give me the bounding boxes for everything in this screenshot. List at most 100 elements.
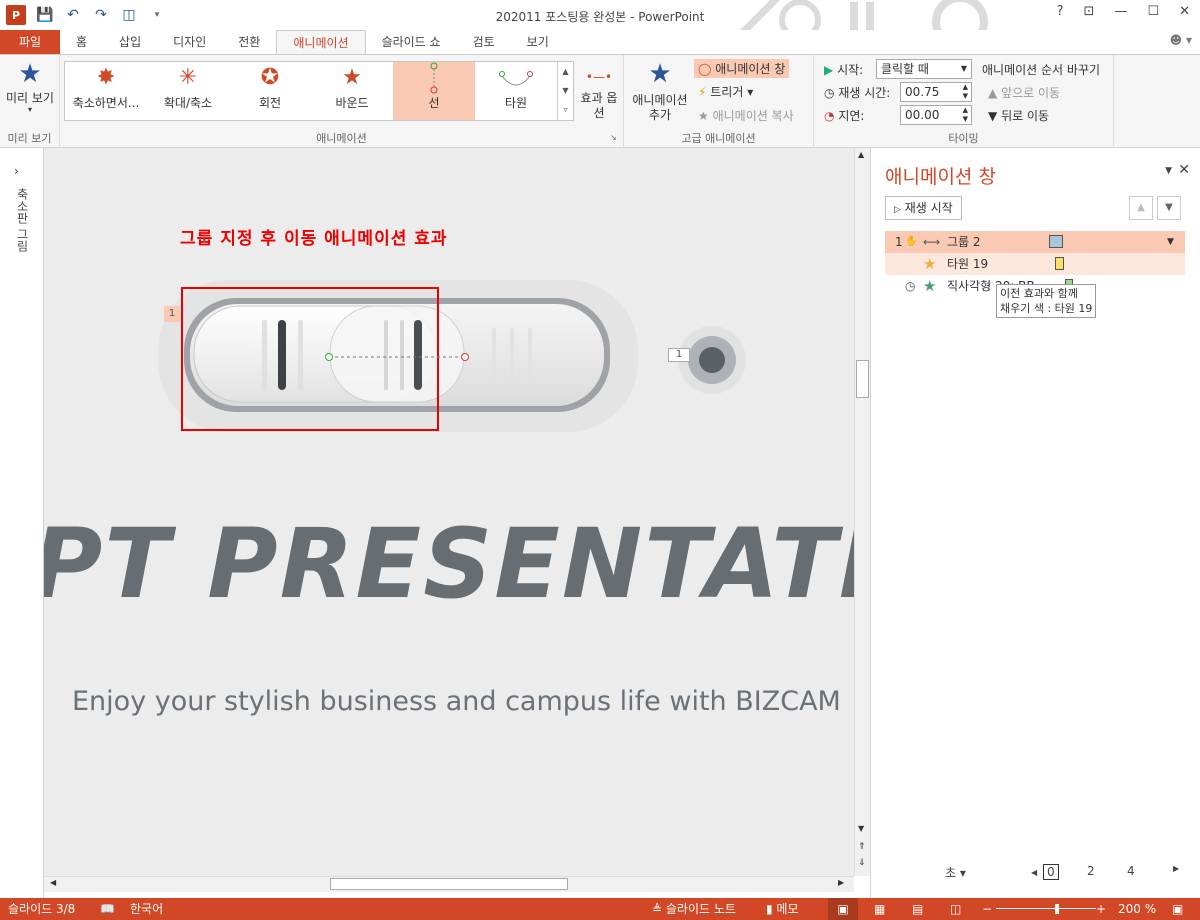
play-from-button[interactable]: ▷ 재생 시작 (885, 196, 962, 220)
animation-item-group2[interactable]: 1 ✋ ⟷ 그룹 2 ▼ (885, 231, 1185, 253)
animation-painter-button[interactable]: ★ 애니메이션 복사 (698, 107, 794, 124)
comments-button[interactable]: ▮ 메모 (766, 898, 799, 920)
animation-pane-button[interactable]: ◯ 애니메이션 창 (694, 59, 790, 78)
animation-painter-icon: ★ (698, 109, 709, 123)
close-pane-icon[interactable]: ✕ (1178, 162, 1190, 178)
advanced-group-label: 고급 애니메이션 (681, 132, 756, 145)
reading-view-icon[interactable]: ▤ (912, 898, 923, 920)
gallery-item-bounce[interactable]: ★ 바운드 (311, 62, 393, 120)
animation-item-ellipse19[interactable]: ★ 타원 19 (885, 253, 1185, 275)
hscroll-thumb[interactable] (330, 878, 568, 890)
pane-options-icon[interactable]: ▼ (1165, 166, 1172, 176)
scroll-left-icon[interactable]: ◀ (50, 878, 56, 887)
zoom-level[interactable]: 200 % (1118, 898, 1156, 920)
slideshow-view-icon[interactable]: ◫ (950, 898, 961, 920)
slide-vertical-scrollbar[interactable]: ▲ ▼ ⇑ ⇓ (854, 148, 870, 876)
normal-view-icon[interactable]: ▣ (828, 898, 858, 920)
notes-button[interactable]: ≜ 슬라이드 노트 (652, 898, 736, 920)
animation-tag-1[interactable]: 1 (164, 306, 180, 322)
scroll-thumb[interactable] (856, 360, 869, 398)
tab-review[interactable]: 검토 (457, 30, 511, 54)
animation-group: ✸ 축소하면서... ✳ 확대/축소 ✪ 회전 ★ 바운드 선 타원 ▲ ▼ ▿ •—• 효… (60, 55, 624, 148)
timing-bar[interactable] (1055, 257, 1064, 270)
gallery-scroll[interactable]: ▲ ▼ ▿ (557, 62, 573, 120)
seconds-dropdown[interactable]: 초 ▾ (945, 864, 966, 881)
toggle-switch-graphic[interactable] (44, 148, 854, 448)
seconds-label: 초 (945, 866, 957, 880)
close-icon[interactable]: ✕ (1179, 4, 1190, 19)
animation-pane-title: 애니메이션 창 (885, 166, 996, 188)
timeline-tick: 4 (1127, 864, 1135, 878)
slide-horizontal-scrollbar[interactable]: ◀ ▶ (44, 876, 854, 892)
item-dropdown-icon[interactable]: ▼ (1167, 231, 1174, 253)
gallery-up-icon[interactable]: ▲ (558, 62, 573, 81)
preview-button[interactable]: ★ 미리 보기 ▾ (4, 59, 56, 114)
timeline-right-icon[interactable]: ▶ (1173, 864, 1179, 873)
zoom-in-icon[interactable]: + (1096, 898, 1106, 920)
zoom-out-icon[interactable]: − (982, 898, 992, 920)
account-area[interactable]: ☻ ▾ (1170, 33, 1192, 47)
move-earlier-button[interactable]: ▲ 앞으로 이동 (988, 84, 1060, 101)
tab-slideshow[interactable]: 슬라이드 쇼 (366, 30, 457, 54)
timing-bar[interactable] (1049, 235, 1063, 248)
delay-spinner[interactable]: 00.00 ▲ ▼ (900, 105, 972, 125)
animation-tag-2[interactable]: 1 (668, 348, 690, 362)
scroll-up-icon[interactable]: ▲ (858, 150, 864, 159)
spinner-arrows-icon[interactable]: ▲ ▼ (963, 106, 968, 124)
trigger-button[interactable]: ⚡ 트리거 ▾ (698, 83, 753, 100)
delay-label-text: 지연: (838, 109, 865, 123)
timeline-ruler[interactable]: ◀ 0 2 4 ▶ (1031, 864, 1181, 880)
zoom-slider-thumb[interactable] (1055, 904, 1059, 914)
gallery-item-line[interactable]: 선 (393, 62, 475, 120)
help-icon[interactable]: ? (1057, 4, 1064, 19)
start-select[interactable]: 클릭할 때 ▼ (876, 59, 972, 79)
gallery-item-arc[interactable]: 타원 (475, 62, 557, 120)
gallery-item-label: 선 (428, 96, 440, 110)
animation-order-number: 1 (895, 235, 903, 249)
gallery-down-icon[interactable]: ▼ (558, 81, 573, 100)
tab-insert[interactable]: 삽입 (103, 30, 157, 54)
gallery-item-label: 회전 (258, 96, 282, 110)
spinner-arrows-icon[interactable]: ▲ ▼ (963, 83, 968, 101)
animation-painter-label: 애니메이션 복사 (712, 109, 794, 123)
gallery-item-zoom[interactable]: ✳ 확대/축소 (147, 62, 229, 120)
spellcheck-icon[interactable]: 📖 (100, 898, 115, 920)
timeline-tick: 2 (1087, 864, 1095, 878)
scroll-right-icon[interactable]: ▶ (838, 878, 844, 887)
previous-slide-icon[interactable]: ⇑ (858, 842, 866, 852)
add-animation-button[interactable]: ★ 애니메이션 추가 (626, 59, 694, 123)
move-up-icon[interactable]: ▲ (1129, 196, 1153, 220)
next-slide-icon[interactable]: ⇓ (858, 858, 866, 868)
scroll-down-icon[interactable]: ▼ (858, 824, 864, 833)
gallery-item-shrink[interactable]: ✸ 축소하면서... (65, 62, 147, 120)
tab-view[interactable]: 보기 (511, 30, 565, 54)
thumbnail-pane-label[interactable]: 축소판 그림 (14, 188, 31, 252)
fit-slide-icon[interactable]: ▣ (1172, 898, 1183, 920)
slide-canvas[interactable]: 그룹 지정 후 이동 애니메이션 효과 1 1 PT PRESENTATION … (44, 148, 854, 876)
maximize-icon[interactable]: ☐ (1147, 4, 1159, 19)
gallery-more-icon[interactable]: ▿ (558, 100, 573, 119)
tab-animations[interactable]: 애니메이션 (276, 30, 366, 54)
tab-file[interactable]: 파일 (0, 30, 60, 54)
move-later-button[interactable]: ▼ 뒤로 이동 (988, 107, 1049, 124)
expand-thumbnails-icon[interactable]: › (14, 164, 19, 178)
down-arrow-icon: ▼ (988, 109, 998, 123)
tab-transitions[interactable]: 전환 (222, 30, 276, 54)
slide-sorter-icon[interactable]: ▦ (874, 898, 885, 920)
slide-counter[interactable]: 슬라이드 3/8 (8, 898, 75, 920)
delay-label: ◔ 지연: (824, 107, 864, 124)
tab-home[interactable]: 홈 (60, 30, 103, 54)
minimize-icon[interactable]: — (1114, 4, 1127, 19)
timeline-left-icon[interactable]: ◀ (1031, 868, 1037, 877)
collapse-ribbon-icon[interactable]: ↘ (610, 133, 617, 142)
language-indicator[interactable]: 한국어 (130, 898, 163, 920)
tab-design[interactable]: 디자인 (157, 30, 222, 54)
slide-subtitle[interactable]: Enjoy your stylish business and campus l… (72, 686, 841, 717)
effect-options-button[interactable]: •—• 효과 옵션 (578, 63, 620, 121)
zoom-slider[interactable] (996, 908, 1096, 909)
slide-title[interactable]: PT PRESENTATION (44, 508, 854, 620)
move-down-icon[interactable]: ▼ (1157, 196, 1181, 220)
gallery-item-spin[interactable]: ✪ 회전 (229, 62, 311, 120)
duration-spinner[interactable]: 00.75 ▲ ▼ (900, 82, 972, 102)
ribbon-display-icon[interactable]: ⊡ (1084, 4, 1095, 19)
